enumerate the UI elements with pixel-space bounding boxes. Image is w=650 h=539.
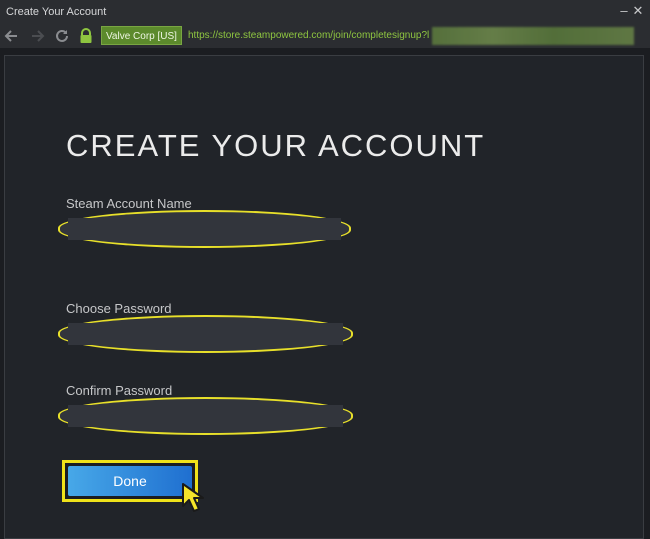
close-button[interactable]: ✕ [631, 3, 645, 19]
forward-arrow-icon[interactable] [30, 28, 46, 44]
account-name-field[interactable] [58, 210, 351, 248]
mouse-pointer-icon [182, 483, 204, 512]
password-input[interactable] [68, 323, 343, 345]
minimize-button[interactable]: – [617, 3, 631, 19]
back-arrow-icon[interactable] [3, 28, 19, 44]
done-button[interactable]: Done [68, 466, 192, 496]
certificate-badge[interactable]: Valve Corp [US] [101, 26, 182, 45]
reload-icon[interactable] [54, 28, 70, 44]
confirm-password-field[interactable] [58, 397, 353, 435]
done-button-highlight: Done [62, 460, 198, 502]
url-text[interactable]: https://store.steampowered.com/join/comp… [188, 30, 429, 41]
url-redacted-area [432, 27, 634, 45]
title-bar: Create Your Account – ✕ [0, 0, 650, 24]
password-field[interactable] [58, 315, 353, 353]
account-name-label: Steam Account Name [66, 196, 192, 211]
confirm-password-input[interactable] [68, 405, 343, 427]
confirm-password-label: Confirm Password [66, 383, 173, 398]
page-title: CREATE YOUR ACCOUNT [66, 128, 486, 163]
window-title: Create Your Account [6, 6, 107, 18]
password-label: Choose Password [66, 301, 172, 316]
lock-icon [80, 28, 92, 43]
navigation-bar: Valve Corp [US] https://store.steampower… [0, 24, 650, 48]
account-name-input[interactable] [68, 218, 341, 240]
